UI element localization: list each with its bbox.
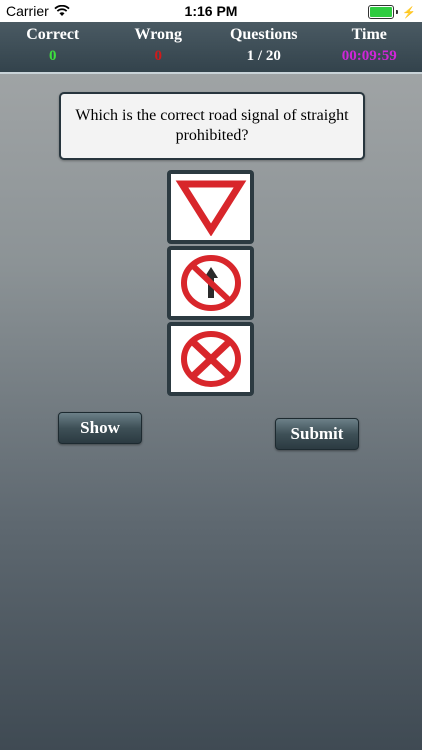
battery-group: ⚡: [368, 5, 416, 19]
no-stopping-sign-icon: [180, 331, 241, 387]
question-card: Which is the correct road signal of stra…: [59, 92, 365, 160]
option-2-image: [171, 250, 250, 316]
battery-tip: [396, 10, 399, 14]
stat-questions: Questions 1 / 20: [211, 22, 317, 72]
stat-time: Time 00:09:59: [317, 22, 422, 72]
stat-wrong-label: Wrong: [134, 26, 182, 43]
stat-correct-value: 0: [49, 48, 57, 64]
stat-wrong-value: 0: [154, 48, 163, 64]
score-header: Correct 0 Wrong 0 Questions 1 / 20 Time …: [0, 22, 422, 74]
stat-time-value: 00:09:59: [341, 48, 397, 64]
option-3-image: [171, 326, 250, 392]
answer-option-3[interactable]: [167, 322, 254, 396]
option-1-image: [171, 174, 250, 240]
no-straight-ahead-sign-icon: [180, 255, 241, 311]
status-time: 1:16 PM: [184, 3, 238, 19]
status-bar: Carrier 1:16 PM ⚡: [0, 0, 422, 22]
battery-icon: [368, 5, 395, 19]
stat-time-label: Time: [351, 26, 387, 43]
answer-option-1[interactable]: [167, 170, 254, 244]
stat-correct: Correct 0: [0, 22, 106, 72]
stat-wrong: Wrong 0: [106, 22, 212, 72]
question-text: Which is the correct road signal of stra…: [75, 107, 349, 144]
stat-questions-value: 1 / 20: [246, 48, 281, 64]
submit-button[interactable]: Submit: [275, 418, 359, 450]
stat-questions-label: Questions: [229, 26, 298, 43]
stat-correct-label: Correct: [26, 26, 80, 43]
yield-sign-icon: [175, 180, 246, 236]
charging-bolt-icon: ⚡: [402, 6, 416, 19]
answer-option-2[interactable]: [167, 246, 254, 320]
show-button[interactable]: Show: [58, 412, 142, 444]
